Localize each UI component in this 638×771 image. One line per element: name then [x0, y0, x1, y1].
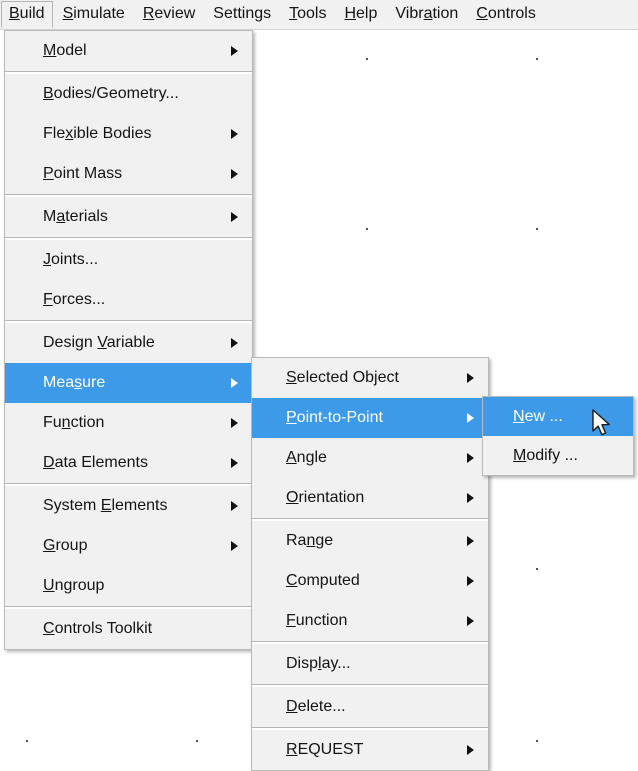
point-to-point-submenu[interactable]: New ... Modify ...: [482, 396, 634, 476]
menu-item-function[interactable]: Function: [252, 601, 488, 641]
menu-item-label: Delete...: [286, 698, 346, 716]
menu-item-label: Selected Object: [286, 369, 399, 387]
workspace-grid-dot: [366, 58, 368, 60]
build-dropdown-menu[interactable]: Model Bodies/Geometry... Flexible Bodies Po…: [4, 30, 253, 650]
menu-item-controls-toolkit[interactable]: Controls Toolkit: [5, 609, 252, 649]
submenu-arrow-icon: [231, 129, 238, 139]
menu-item-label: Computed: [286, 572, 360, 590]
submenu-arrow-icon: [467, 413, 474, 423]
menubar-item-controls[interactable]: Controls: [468, 1, 544, 28]
menu-item-measure[interactable]: Measure: [5, 363, 252, 403]
menu-item-label: Angle: [286, 449, 327, 467]
menu-item-label: Modify ...: [513, 447, 578, 465]
menu-item-label: Display...: [286, 655, 351, 673]
menu-item-label: Joints...: [43, 251, 98, 269]
menu-item-label: Function: [286, 612, 347, 630]
menu-item-label: REQUEST: [286, 741, 363, 759]
menu-item-label: Forces...: [43, 291, 105, 309]
menu-item-angle[interactable]: Angle: [252, 438, 488, 478]
submenu-arrow-icon: [467, 745, 474, 755]
menubar-item-review[interactable]: Review: [135, 1, 203, 28]
menu-item-label: Point Mass: [43, 165, 122, 183]
menu-item-label: Materials: [43, 208, 108, 226]
submenu-arrow-icon: [231, 338, 238, 348]
submenu-arrow-icon: [467, 576, 474, 586]
menu-item-label: Group: [43, 537, 87, 555]
menu-item-bodies-geometry[interactable]: Bodies/Geometry...: [5, 74, 252, 114]
menu-item-point-to-point[interactable]: Point-to-Point: [252, 398, 488, 438]
menu-item-materials[interactable]: Materials: [5, 197, 252, 237]
submenu-arrow-icon: [467, 373, 474, 383]
menu-item-selected-object[interactable]: Selected Object: [252, 358, 488, 398]
menu-item-flexible-bodies[interactable]: Flexible Bodies: [5, 114, 252, 154]
menu-item-model[interactable]: Model: [5, 31, 252, 71]
menu-item-design-variable[interactable]: Design Variable: [5, 323, 252, 363]
menu-item-label: Range: [286, 532, 333, 550]
submenu-arrow-icon: [231, 418, 238, 428]
menu-item-point-mass[interactable]: Point Mass: [5, 154, 252, 194]
workspace-grid-dot: [536, 740, 538, 742]
menu-item-label: Ungroup: [43, 577, 104, 595]
menu-item-label: Orientation: [286, 489, 364, 507]
workspace-grid-dot: [196, 740, 198, 742]
menu-item-delete[interactable]: Delete...: [252, 687, 488, 727]
menubar-item-tools[interactable]: Tools: [281, 1, 334, 28]
menu-item-label: Data Elements: [43, 454, 148, 472]
menu-item-range[interactable]: Range: [252, 521, 488, 561]
submenu-arrow-icon: [231, 46, 238, 56]
submenu-arrow-icon: [231, 169, 238, 179]
workspace-grid-dot: [536, 228, 538, 230]
menubar-item-build[interactable]: Build: [1, 1, 53, 28]
menu-item-display[interactable]: Display...: [252, 644, 488, 684]
menubar-item-vibration[interactable]: Vibration: [387, 1, 466, 28]
menubar-item-help[interactable]: Help: [336, 1, 385, 28]
menu-item-computed[interactable]: Computed: [252, 561, 488, 601]
submenu-arrow-icon: [231, 541, 238, 551]
workspace-grid-dot: [366, 228, 368, 230]
menu-item-label: Design Variable: [43, 334, 155, 352]
menu-item-label: Function: [43, 414, 104, 432]
workspace-grid-dot: [536, 568, 538, 570]
menu-item-ungroup[interactable]: Ungroup: [5, 566, 252, 606]
submenu-arrow-icon: [231, 212, 238, 222]
workspace-grid-dot: [26, 740, 28, 742]
menu-item-request[interactable]: REQUEST: [252, 730, 488, 770]
menu-item-joints[interactable]: Joints...: [5, 240, 252, 280]
menu-item-label: Controls Toolkit: [43, 620, 152, 638]
menu-item-label: System Elements: [43, 497, 168, 515]
menu-item-system-elements[interactable]: System Elements: [5, 486, 252, 526]
submenu-arrow-icon: [231, 378, 238, 388]
menu-bar: BuildSimulateReviewSettingsToolsHelpVibr…: [0, 0, 638, 30]
submenu-arrow-icon: [467, 536, 474, 546]
submenu-arrow-icon: [231, 501, 238, 511]
menu-item-label: Point-to-Point: [286, 409, 383, 427]
menu-item-new[interactable]: New ...: [483, 397, 633, 436]
submenu-arrow-icon: [467, 453, 474, 463]
workspace-grid-dot: [536, 58, 538, 60]
menu-item-modify[interactable]: Modify ...: [483, 436, 633, 475]
measure-submenu[interactable]: Selected Object Point-to-Point Angle Orient…: [251, 357, 489, 771]
menu-item-function[interactable]: Function: [5, 403, 252, 443]
menu-item-data-elements[interactable]: Data Elements: [5, 443, 252, 483]
menu-item-label: Measure: [43, 374, 105, 392]
submenu-arrow-icon: [467, 493, 474, 503]
submenu-arrow-icon: [231, 458, 238, 468]
submenu-arrow-icon: [467, 616, 474, 626]
menu-item-orientation[interactable]: Orientation: [252, 478, 488, 518]
menu-item-forces[interactable]: Forces...: [5, 280, 252, 320]
menubar-item-settings[interactable]: Settings: [205, 1, 279, 28]
menu-item-group[interactable]: Group: [5, 526, 252, 566]
menu-item-label: Bodies/Geometry...: [43, 85, 179, 103]
menu-item-label: Flexible Bodies: [43, 125, 152, 143]
menubar-item-simulate[interactable]: Simulate: [55, 1, 133, 28]
menu-item-label: Model: [43, 42, 87, 60]
menu-item-label: New ...: [513, 408, 563, 426]
